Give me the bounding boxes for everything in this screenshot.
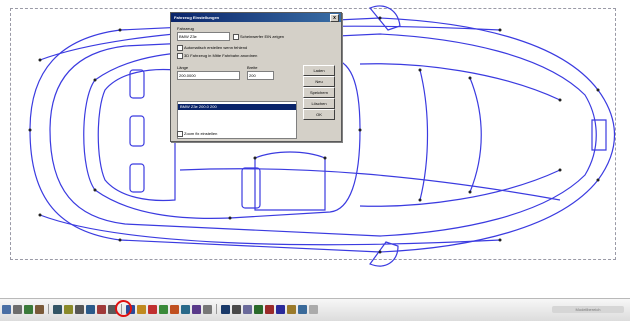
- tool-icon[interactable]: [170, 304, 179, 314]
- bottom-toolbar: Modellbereich: [0, 298, 630, 321]
- tool-icon[interactable]: [137, 304, 146, 314]
- seat-rear-mid: [129, 115, 145, 147]
- lights-option-label: Scheinwerfer EIN zeigen: [240, 34, 285, 39]
- dialog-title: Fahrzeug Einstellungen: [174, 15, 220, 20]
- tool-icon[interactable]: [265, 304, 274, 314]
- tool-icon[interactable]: [75, 304, 84, 314]
- tool-icon[interactable]: [97, 304, 106, 314]
- auto-checkbox[interactable]: [177, 45, 183, 51]
- tool-icon[interactable]: [309, 304, 318, 314]
- side-line-bottom: [39, 214, 501, 246]
- tool-icon[interactable]: [64, 304, 73, 314]
- highlighted-tool-ring: [115, 300, 132, 317]
- status-indicator: Modellbereich: [552, 306, 624, 313]
- zoom-checkbox[interactable]: [177, 131, 183, 137]
- tool-icon[interactable]: [159, 304, 168, 314]
- zoom-option-label: Zoom fix einstellen: [184, 131, 218, 136]
- tool-icon[interactable]: [53, 304, 62, 314]
- tool-icon[interactable]: [148, 304, 157, 314]
- drawing-canvas[interactable]: Fahrzeug Einstellungen x Fahrzeug BMW Z3…: [0, 0, 630, 296]
- tool-icon[interactable]: [276, 304, 285, 314]
- close-icon[interactable]: x: [330, 13, 339, 22]
- tool-icon[interactable]: [221, 304, 230, 314]
- front-grille: [591, 119, 607, 151]
- delete-button[interactable]: Löschen: [303, 98, 335, 109]
- mid-line: [179, 168, 561, 201]
- seat-rear-bottom: [129, 163, 145, 193]
- new-button[interactable]: Neu: [303, 76, 335, 87]
- tool-icon[interactable]: [232, 304, 241, 314]
- tool-icon[interactable]: [24, 304, 33, 314]
- 3d-option-label: 3D Fahrzeug in Mitte Fahrbahn anordnen: [184, 53, 258, 58]
- width-label: Breite: [247, 65, 258, 70]
- tool-icon[interactable]: [86, 304, 95, 314]
- tool-icon[interactable]: [298, 304, 307, 314]
- load-button[interactable]: Laden: [303, 65, 335, 76]
- tool-icon[interactable]: [243, 304, 252, 314]
- vehicle-settings-dialog[interactable]: Fahrzeug Einstellungen x Fahrzeug BMW Z3…: [170, 12, 342, 142]
- tool-icon[interactable]: [35, 304, 44, 314]
- tool-icon[interactable]: [203, 304, 212, 314]
- auto-option-label: Automatisch erstellen wenn fehlend: [184, 45, 248, 50]
- dialog-titlebar[interactable]: Fahrzeug Einstellungen x: [171, 13, 341, 22]
- group-label: Fahrzeug: [177, 26, 194, 31]
- save-button[interactable]: Speichern: [303, 87, 335, 98]
- tool-icon[interactable]: [2, 304, 11, 314]
- tool-icon[interactable]: [287, 304, 296, 314]
- vehicle-list-row[interactable]: BMW Z3e 200.0 200: [178, 104, 296, 110]
- hood-line-bottom: [359, 169, 561, 207]
- length-input[interactable]: 200.0000: [177, 71, 240, 80]
- hood-center2: [469, 77, 482, 193]
- hood-line-top: [359, 63, 561, 101]
- width-input[interactable]: 200: [247, 71, 274, 80]
- dashboard: [254, 151, 326, 211]
- mirror-bottom: [369, 241, 399, 267]
- tool-icon[interactable]: [13, 304, 22, 314]
- ok-button[interactable]: OK: [303, 109, 335, 120]
- tool-icon[interactable]: [181, 304, 190, 314]
- tool-icon[interactable]: [254, 304, 263, 314]
- seat-front: [241, 167, 261, 209]
- model-select[interactable]: BMW Z3e: [177, 32, 230, 41]
- tool-icon[interactable]: [192, 304, 201, 314]
- length-label: Länge: [177, 65, 189, 70]
- rear-window: [97, 68, 176, 202]
- 3d-checkbox[interactable]: [177, 53, 183, 59]
- lights-checkbox[interactable]: [233, 34, 239, 40]
